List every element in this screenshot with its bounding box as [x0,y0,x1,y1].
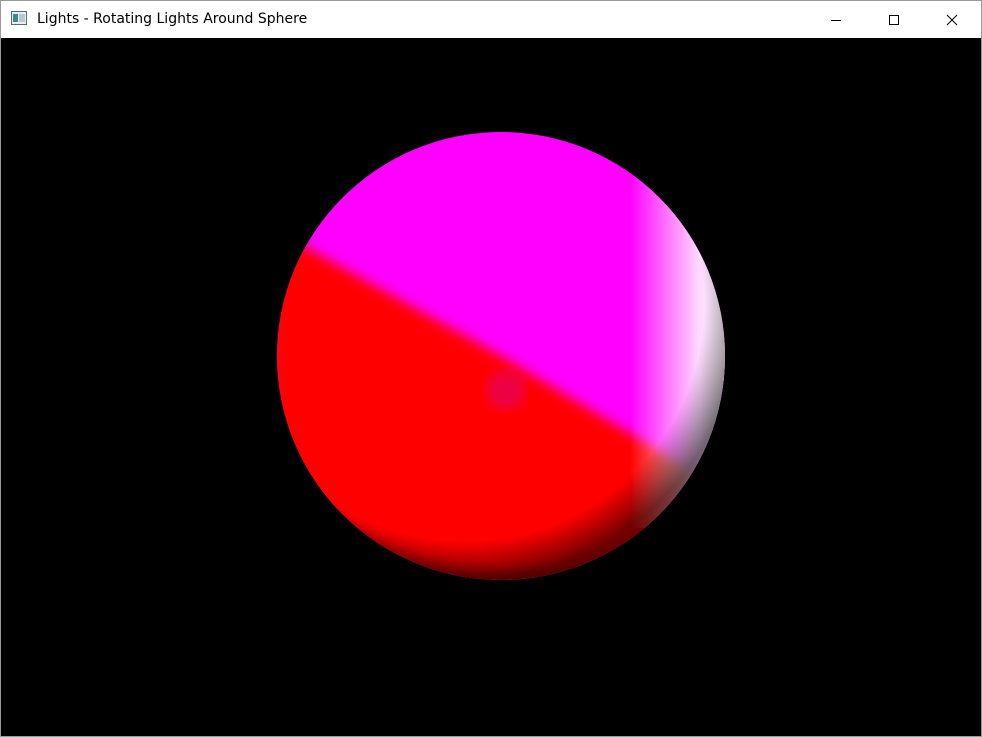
minimize-button[interactable] [807,1,865,38]
scene-canvas [277,132,725,580]
render-viewport[interactable] [1,38,981,736]
maximize-button[interactable] [865,1,923,38]
app-window: Lights - Rotating Lights Around Sphere [0,0,982,737]
minimize-icon [831,19,841,21]
maximize-icon [889,14,899,25]
close-icon [946,14,958,25]
sphere [277,132,725,580]
title-bar[interactable]: Lights - Rotating Lights Around Sphere [1,1,981,38]
close-button[interactable] [923,1,981,38]
window-title: Lights - Rotating Lights Around Sphere [37,11,308,27]
app-icon[interactable] [11,11,27,25]
